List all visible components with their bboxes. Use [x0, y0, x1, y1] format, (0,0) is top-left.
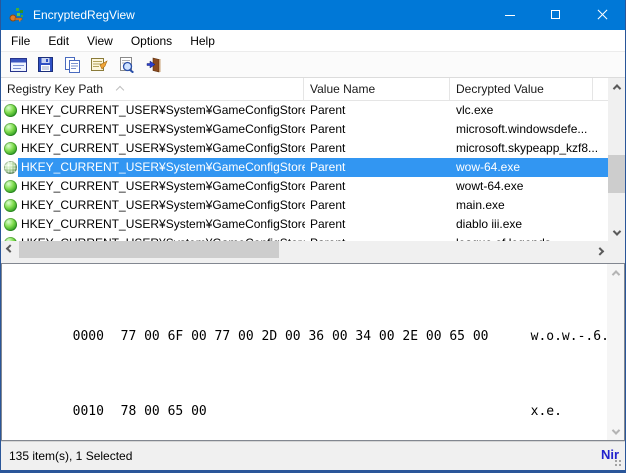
- menu-file[interactable]: File: [1, 30, 39, 52]
- row-decrypted-value: vlc.exe: [456, 103, 494, 117]
- maximize-icon[interactable]: [533, 0, 579, 30]
- scroll-up-icon[interactable]: [607, 264, 624, 281]
- row-value-name: Parent: [310, 234, 448, 241]
- row-value-name: Parent: [310, 122, 346, 136]
- save-icon[interactable]: [32, 53, 59, 77]
- app-window: EncryptedRegView File Edit View Options …: [0, 0, 626, 473]
- scrollbar-corner: [608, 241, 625, 258]
- row-decrypted-value: microsoft.windowsdefe...: [456, 122, 588, 136]
- row-key-path: HKEY_CURRENT_USER¥System¥GameConfigStore…: [21, 198, 305, 212]
- row-decrypted-value: main.exe: [456, 198, 505, 212]
- scroll-down-icon[interactable]: [608, 224, 625, 241]
- column-header-decrypted-value[interactable]: Decrypted Value: [450, 78, 593, 101]
- green-ball-icon: [4, 161, 17, 174]
- vertical-scrollbar-thumb[interactable]: [608, 155, 625, 193]
- title-bar[interactable]: EncryptedRegView: [1, 0, 625, 30]
- row-key-path: HKEY_CURRENT_USER¥System¥GameConfigStore…: [21, 141, 305, 155]
- row-key-path: HKEY_CURRENT_USER¥System¥GameConfigStore…: [21, 122, 305, 136]
- menu-options[interactable]: Options: [122, 30, 181, 52]
- horizontal-scrollbar-thumb[interactable]: [19, 241, 279, 258]
- find-icon[interactable]: [113, 53, 140, 77]
- table-row[interactable]: HKEY_CURRENT_USER¥System¥GameConfigStore…: [1, 101, 608, 120]
- menu-bar: File Edit View Options Help: [1, 30, 625, 52]
- window-title: EncryptedRegView: [33, 8, 135, 22]
- table-row[interactable]: HKEY_CURRENT_USER¥System¥GameConfigStore…: [1, 196, 608, 215]
- hex-offset: 0010: [72, 404, 104, 419]
- minimize-icon[interactable]: [487, 0, 533, 30]
- green-ball-icon: [4, 199, 17, 212]
- row-decrypted-value: diablo iii.exe: [456, 217, 523, 231]
- table-row[interactable]: HKEY_CURRENT_USER¥System¥GameConfigStore…: [1, 234, 608, 241]
- resize-grip[interactable]: [614, 459, 622, 467]
- scroll-left-icon[interactable]: [1, 241, 18, 258]
- vertical-scrollbar[interactable]: [608, 78, 625, 241]
- row-decrypted-value: league of legends...: [456, 234, 606, 241]
- row-value-name: Parent: [310, 160, 346, 174]
- green-ball-icon: [4, 123, 17, 136]
- table-row[interactable]: HKEY_CURRENT_USER¥System¥GameConfigStore…: [1, 120, 608, 139]
- row-decrypted-value: wowt-64.exe: [456, 179, 524, 193]
- row-value-name: Parent: [310, 141, 346, 155]
- caption-controls: [487, 0, 625, 30]
- green-ball-icon: [4, 104, 17, 117]
- status-item-count: 135 item(s), 1 Selected: [9, 449, 133, 463]
- green-ball-icon: [4, 218, 17, 231]
- column-header-registry-key-path[interactable]: Registry Key Path: [1, 78, 304, 101]
- list-rows: HKEY_CURRENT_USER¥System¥GameConfigStore…: [1, 101, 608, 241]
- item-properties-icon[interactable]: [86, 53, 113, 77]
- table-row[interactable]: HKEY_CURRENT_USER¥System¥GameConfigStore…: [1, 177, 608, 196]
- table-row[interactable]: HKEY_CURRENT_USER¥System¥GameConfigStore…: [1, 215, 608, 234]
- row-value-name: Parent: [310, 103, 346, 117]
- hex-ascii: x.e.: [530, 404, 562, 419]
- status-bar: 135 item(s), 1 Selected Nir: [1, 441, 625, 470]
- column-header-value-name[interactable]: Value Name: [304, 78, 450, 101]
- hex-line: 0000 77 00 6F 00 77 00 2D 00 36 00 34 00 …: [10, 314, 625, 359]
- hex-bytes: 78 00 65 00: [120, 404, 207, 419]
- row-decrypted-value: microsoft.skypeapp_kzf8...: [456, 141, 599, 155]
- copy-icon[interactable]: [59, 53, 86, 77]
- hex-dump-text: 0000 77 00 6F 00 77 00 2D 00 36 00 34 00 …: [10, 284, 625, 464]
- table-row[interactable]: HKEY_CURRENT_USER¥System¥GameConfigStore…: [1, 139, 608, 158]
- row-key-path: HKEY_CURRENT_USER¥System¥GameConfigStore…: [21, 103, 305, 117]
- row-value-name: Parent: [310, 179, 346, 193]
- hex-line: 0010 78 00 65 00 x.e.: [10, 389, 625, 434]
- app-icon: [9, 8, 23, 22]
- row-decrypted-value: wow-64.exe: [456, 160, 521, 174]
- green-ball-icon: [4, 237, 17, 241]
- properties-window-icon[interactable]: [5, 53, 32, 77]
- row-value-name: Parent: [310, 198, 346, 212]
- green-ball-icon: [4, 180, 17, 193]
- scroll-right-icon[interactable]: [591, 241, 608, 258]
- registry-list: Registry Key Path Value Name Decrypted V…: [1, 78, 625, 258]
- horizontal-scrollbar[interactable]: [1, 241, 608, 258]
- row-value-name: Parent: [310, 217, 346, 231]
- menu-help[interactable]: Help: [181, 30, 224, 52]
- hex-bytes: 77 00 6F 00 77 00 2D 00 36 00 34 00 2E 0…: [120, 329, 489, 344]
- hex-vertical-scrollbar[interactable]: [607, 264, 624, 440]
- scroll-down-icon[interactable]: [607, 423, 624, 440]
- toolbar: [1, 52, 625, 78]
- hex-offset: 0000: [72, 329, 104, 344]
- scroll-up-icon[interactable]: [608, 78, 625, 95]
- table-row-selected[interactable]: HKEY_CURRENT_USER¥System¥GameConfigStore…: [1, 158, 608, 177]
- row-key-path: HKEY_CURRENT_USER¥System¥GameConfigStore…: [21, 179, 305, 193]
- list-header: Registry Key Path Value Name Decrypted V…: [1, 78, 608, 101]
- hex-dump-pane: 0000 77 00 6F 00 77 00 2D 00 36 00 34 00 …: [1, 263, 625, 441]
- row-key-path: HKEY_CURRENT_USER¥System¥GameConfigStore…: [21, 160, 305, 174]
- close-icon[interactable]: [579, 0, 625, 30]
- menu-view[interactable]: View: [78, 30, 122, 52]
- row-key-path: HKEY_CURRENT_USER¥System¥GameConfigStore…: [21, 234, 305, 241]
- menu-edit[interactable]: Edit: [39, 30, 78, 52]
- exit-icon[interactable]: [140, 53, 167, 77]
- row-key-path: HKEY_CURRENT_USER¥System¥GameConfigStore…: [21, 217, 305, 231]
- green-ball-icon: [4, 142, 17, 155]
